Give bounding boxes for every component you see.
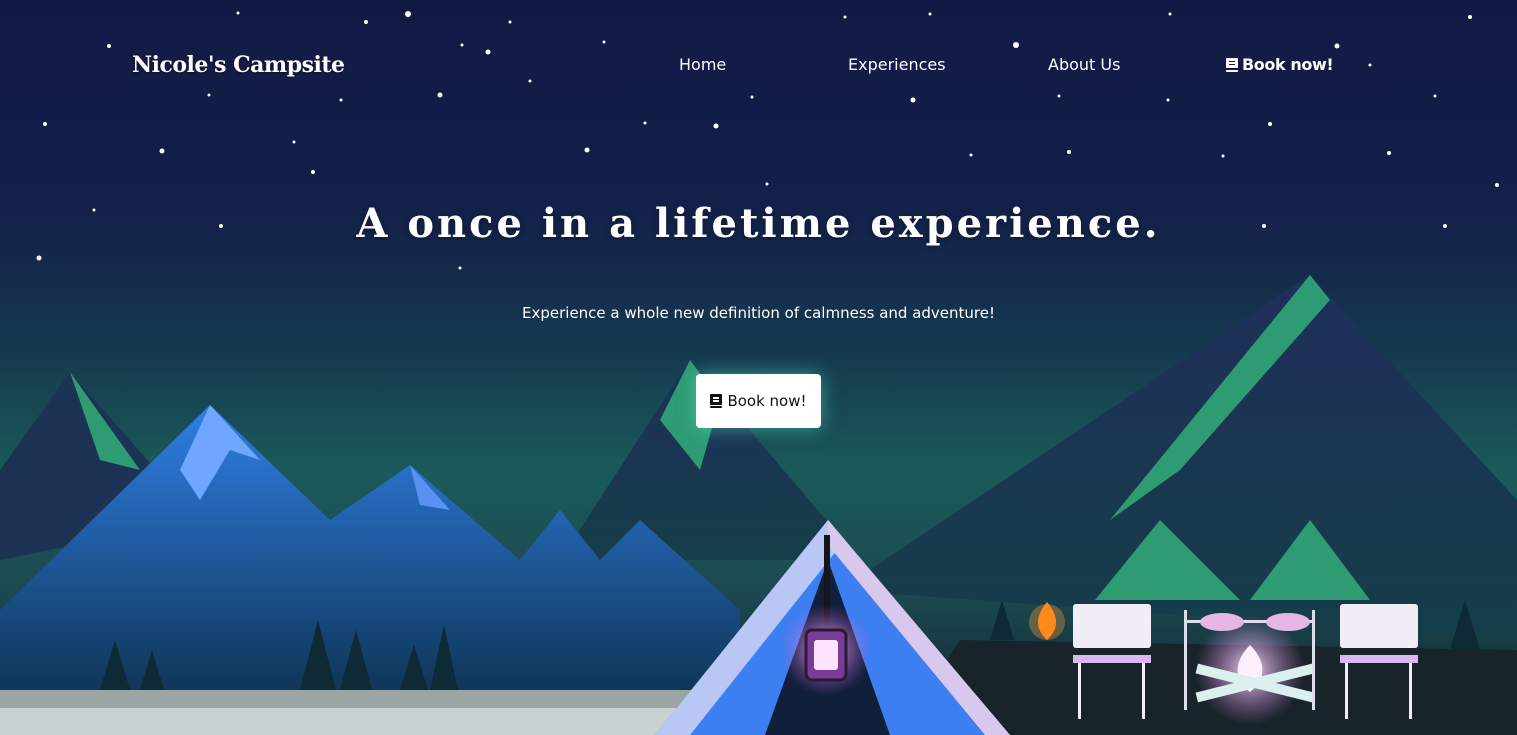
top-navbar: Nicole's Campsite Home Experiences About… — [0, 0, 1517, 130]
nav-home-link[interactable]: Home — [679, 55, 726, 74]
book-now-button[interactable]: Book now! — [696, 374, 821, 428]
hero-subtitle: Experience a whole new definition of cal… — [522, 304, 995, 322]
brand-logo[interactable]: Nicole's Campsite — [132, 52, 345, 78]
nav-book-now-label: Book now! — [1242, 55, 1334, 74]
book-now-button-label: Book now! — [727, 392, 807, 410]
book-icon — [1226, 57, 1238, 72]
hero-title: A once in a lifetime experience. — [356, 200, 1161, 247]
book-icon — [710, 394, 723, 408]
nav-experiences-link[interactable]: Experiences — [848, 55, 946, 74]
nav-about-link[interactable]: About Us — [1048, 55, 1120, 74]
lantern-icon — [780, 604, 872, 696]
nav-book-now-link[interactable]: Book now! — [1226, 55, 1334, 74]
